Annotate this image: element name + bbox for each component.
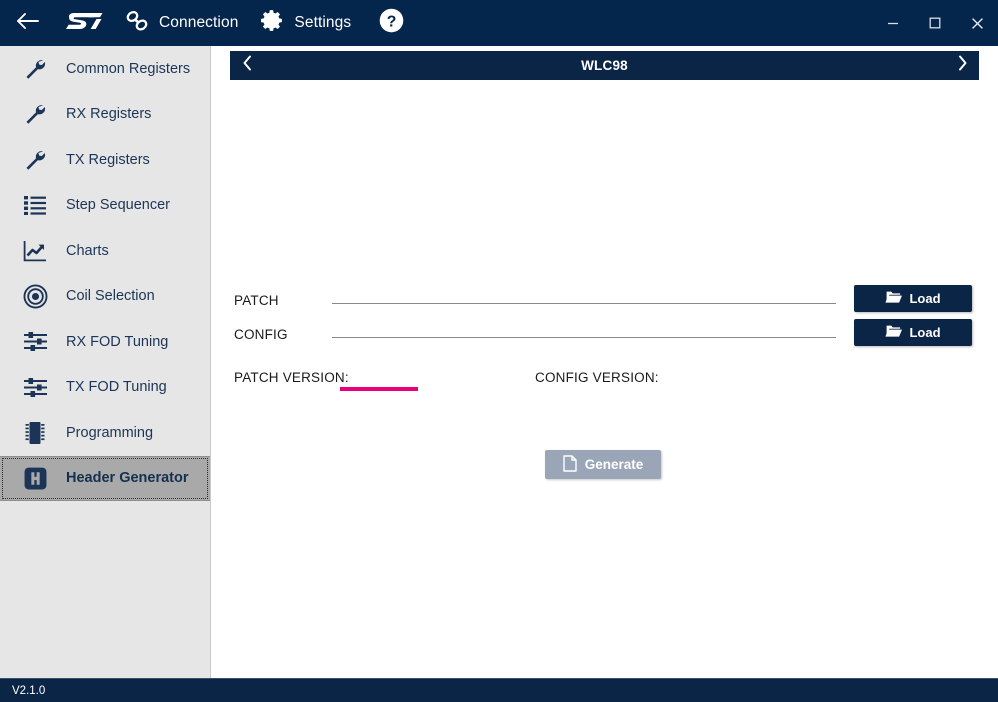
sidebar-item-label: Charts xyxy=(66,243,109,259)
maximize-icon xyxy=(928,16,942,30)
config-label: CONFIG xyxy=(234,327,288,342)
patch-load-button[interactable]: Load xyxy=(854,285,972,312)
back-button[interactable] xyxy=(0,0,56,46)
sidebar-item-charts[interactable]: Charts xyxy=(0,228,210,274)
sidebar: Common Registers RX Registers TX Registe… xyxy=(0,46,211,678)
sidebar-item-rx-fod-tuning[interactable]: RX FOD Tuning xyxy=(0,319,210,365)
st-logo xyxy=(56,0,112,46)
sidebar-item-label: Common Registers xyxy=(66,61,190,77)
question-mark-icon: ? xyxy=(378,7,405,39)
config-load-button[interactable]: Load xyxy=(854,319,972,346)
sidebar-item-label: Step Sequencer xyxy=(66,197,170,213)
generate-button[interactable]: Generate xyxy=(545,450,661,479)
app-version: V2.1.0 xyxy=(12,685,45,697)
patch-version-label: PATCH VERSION: xyxy=(234,370,349,385)
settings-button[interactable]: Settings xyxy=(248,0,361,46)
close-icon xyxy=(970,16,985,31)
target-icon xyxy=(22,283,48,309)
sidebar-item-label: TX FOD Tuning xyxy=(66,379,167,395)
gear-icon xyxy=(260,8,285,38)
sidebar-item-label: RX FOD Tuning xyxy=(66,334,168,350)
settings-label: Settings xyxy=(294,14,351,32)
patch-label: PATCH xyxy=(234,293,279,308)
wrench-icon xyxy=(22,101,48,127)
config-version-label: CONFIG VERSION: xyxy=(535,370,659,385)
back-arrow-icon xyxy=(15,11,41,36)
title-bar: Connection Settings ? xyxy=(0,0,998,46)
sidebar-item-common-registers[interactable]: Common Registers xyxy=(0,46,210,92)
sidebar-item-header-generator[interactable]: Header Generator xyxy=(0,456,210,502)
sliders-icon xyxy=(22,329,48,355)
connection-button[interactable]: Connection xyxy=(112,0,248,46)
sidebar-item-label: Header Generator xyxy=(66,470,189,486)
chain-link-icon xyxy=(124,9,150,38)
svg-text:?: ? xyxy=(386,13,396,30)
wrench-icon xyxy=(22,56,48,82)
sidebar-item-label: Programming xyxy=(66,425,153,441)
patch-version-accent-underline xyxy=(340,387,418,391)
config-load-label: Load xyxy=(909,325,940,340)
document-icon xyxy=(563,455,577,475)
list-icon xyxy=(22,192,48,218)
close-button[interactable] xyxy=(956,0,998,46)
open-folder-icon xyxy=(885,290,902,307)
sliders-icon xyxy=(22,374,48,400)
patch-load-label: Load xyxy=(909,291,940,306)
chart-icon xyxy=(22,238,48,264)
maximize-button[interactable] xyxy=(914,0,956,46)
sidebar-item-rx-registers[interactable]: RX Registers xyxy=(0,92,210,138)
status-bar: V2.1.0 xyxy=(0,678,998,702)
content-area: WLC98 PATCH Load xyxy=(212,46,998,678)
sidebar-item-tx-fod-tuning[interactable]: TX FOD Tuning xyxy=(0,365,210,411)
sidebar-item-tx-registers[interactable]: TX Registers xyxy=(0,137,210,183)
chip-icon xyxy=(22,420,48,446)
st-logo-icon xyxy=(64,10,104,37)
header-h-icon xyxy=(22,465,48,491)
minimize-icon xyxy=(886,16,900,30)
help-button[interactable]: ? xyxy=(367,0,415,46)
sidebar-item-step-sequencer[interactable]: Step Sequencer xyxy=(0,183,210,229)
generate-label: Generate xyxy=(585,457,644,472)
connection-label: Connection xyxy=(159,14,238,32)
sidebar-item-label: Coil Selection xyxy=(66,288,155,304)
sidebar-item-coil-selection[interactable]: Coil Selection xyxy=(0,274,210,320)
patch-input[interactable] xyxy=(332,284,836,304)
wrench-icon xyxy=(22,147,48,173)
sidebar-item-label: TX Registers xyxy=(66,152,150,168)
minimize-button[interactable] xyxy=(872,0,914,46)
sidebar-item-programming[interactable]: Programming xyxy=(0,410,210,456)
titlebar-spacer xyxy=(415,0,872,46)
application-window: Connection Settings ? xyxy=(0,0,998,702)
open-folder-icon xyxy=(885,324,902,341)
config-input[interactable] xyxy=(332,318,836,338)
header-generator-form: PATCH Load CONFIG xyxy=(212,46,998,678)
sidebar-item-label: RX Registers xyxy=(66,106,151,122)
